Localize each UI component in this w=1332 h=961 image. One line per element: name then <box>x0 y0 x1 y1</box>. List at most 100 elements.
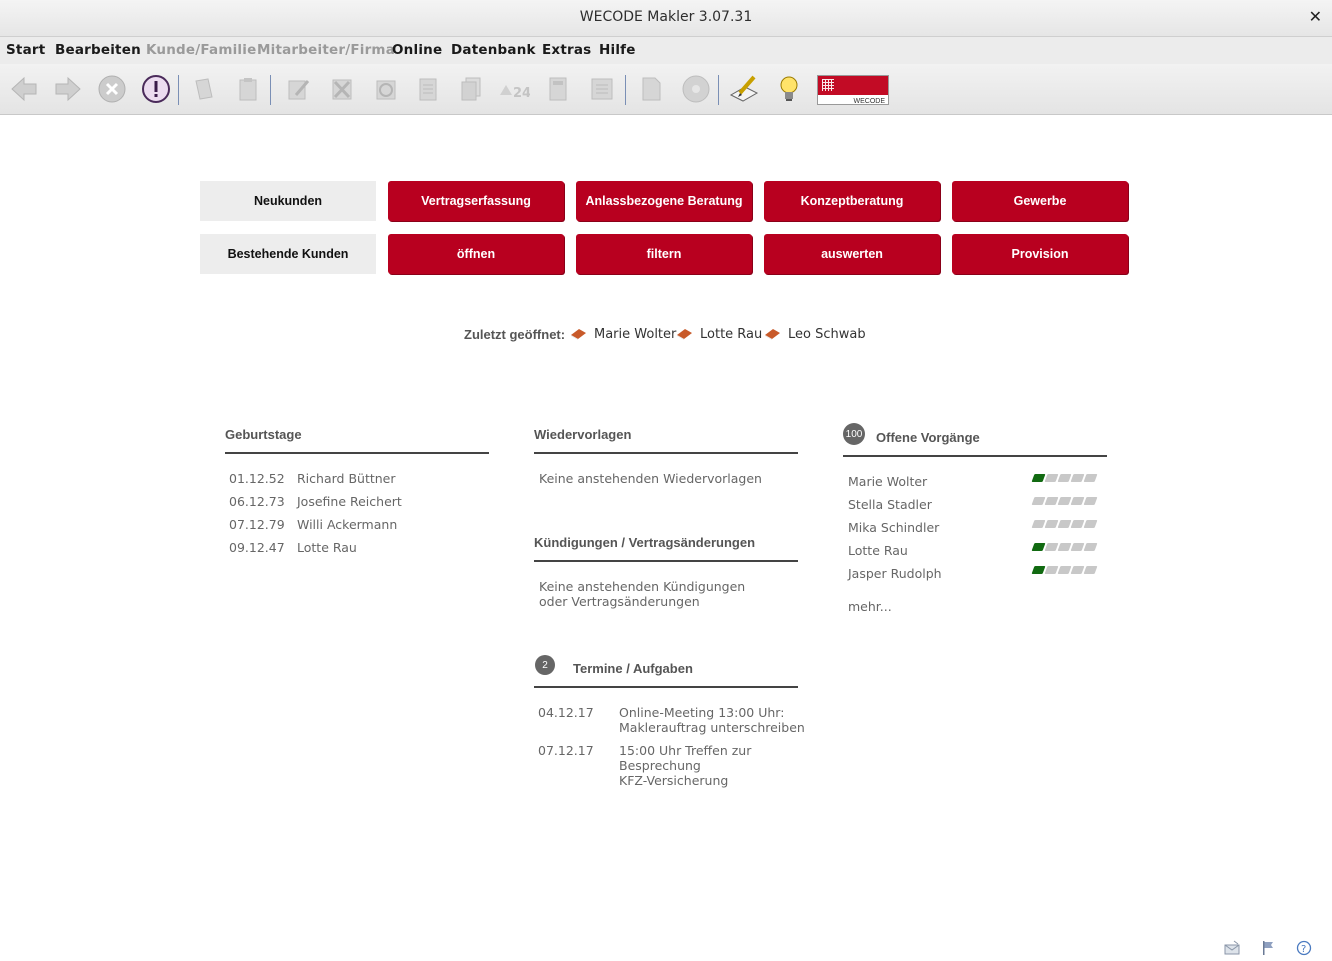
konzeptberatung-button[interactable]: Konzeptberatung <box>764 181 940 221</box>
neukunden-label: Neukunden <box>200 181 376 221</box>
check-icon[interactable] <box>370 73 402 105</box>
menu-extras[interactable]: Extras <box>542 42 591 58</box>
vertragserfassung-button[interactable]: Vertragserfassung <box>388 181 564 221</box>
write-icon[interactable] <box>728 73 760 105</box>
forward-icon[interactable] <box>52 73 84 105</box>
logo-text: WECODE <box>853 98 886 105</box>
appointments-count-badge: 2 <box>535 655 555 675</box>
progress-segment <box>1057 543 1072 551</box>
menu-kunde-familie[interactable]: Kunde/Familie <box>146 42 256 58</box>
appointment-text[interactable]: 15:00 Uhr Treffen zur <box>619 743 751 758</box>
progress-segment <box>1031 497 1046 505</box>
lightbulb-icon[interactable] <box>773 73 805 105</box>
birthday-date: 01.12.52 <box>229 471 285 486</box>
progress-segment <box>1070 520 1085 528</box>
process-name[interactable]: Lotte Rau <box>848 543 908 558</box>
documents-icon[interactable] <box>455 73 487 105</box>
calculator-icon[interactable] <box>542 73 574 105</box>
back-icon[interactable] <box>8 73 40 105</box>
gewerbe-button[interactable]: Gewerbe <box>952 181 1128 221</box>
edit-icon[interactable] <box>282 73 314 105</box>
progress-segment <box>1057 497 1072 505</box>
birthday-name[interactable]: Richard Büttner <box>297 471 396 486</box>
auswerten-button[interactable]: auswerten <box>764 234 940 274</box>
followups-title: Wiedervorlagen <box>534 427 632 442</box>
progress-segment <box>1044 474 1059 482</box>
process-name[interactable]: Marie Wolter <box>848 474 927 489</box>
progress-segment <box>1070 566 1085 574</box>
house-icon <box>764 325 781 344</box>
recent-customer-link[interactable]: Lotte Rau <box>700 327 762 342</box>
process-name[interactable]: Jasper Rudolph <box>848 566 942 581</box>
birthday-date: 06.12.73 <box>229 494 285 509</box>
progress-segment <box>1031 543 1046 551</box>
menu-online[interactable]: Online <box>392 42 442 58</box>
menu-hilfe[interactable]: Hilfe <box>599 42 636 58</box>
wecode-logo[interactable]: WECODE <box>817 75 889 105</box>
toolbar-separator <box>270 75 271 105</box>
birthday-date: 09.12.47 <box>229 540 285 555</box>
appointment-date: 07.12.17 <box>538 743 594 758</box>
recent-customer-link[interactable]: Marie Wolter <box>594 327 676 342</box>
menu-bar: Start Bearbeiten Kunde/Familie Mitarbeit… <box>0 37 1332 64</box>
list-icon[interactable] <box>586 73 618 105</box>
process-name[interactable]: Mika Schindler <box>848 520 939 535</box>
provision-button[interactable]: Provision <box>952 234 1128 274</box>
more-link[interactable]: mehr... <box>848 599 892 614</box>
cancellations-divider <box>534 560 798 562</box>
open-processes-divider <box>843 455 1107 457</box>
disc-icon[interactable] <box>680 73 712 105</box>
progress-segment <box>1044 543 1059 551</box>
menu-mitarbeiter-firma[interactable]: Mitarbeiter/Firma <box>257 42 395 58</box>
progress-segment <box>1031 566 1046 574</box>
oeffnen-button[interactable]: öffnen <box>388 234 564 274</box>
window-title: WECODE Makler 3.07.31 <box>579 9 753 25</box>
appointment-text[interactable]: Online-Meeting 13:00 Uhr: <box>619 705 784 720</box>
birthday-name[interactable]: Josefine Reichert <box>297 494 402 509</box>
24-icon[interactable]: 24 <box>498 73 531 105</box>
document-icon[interactable] <box>412 73 444 105</box>
appointment-date: 04.12.17 <box>538 705 594 720</box>
appointments-title: Termine / Aufgaben <box>573 661 693 676</box>
progress-segment <box>1083 520 1098 528</box>
flag-icon[interactable] <box>1260 940 1276 956</box>
toolbar: 24 <box>0 64 1332 115</box>
menu-datenbank[interactable]: Datenbank <box>451 42 536 58</box>
progress-segment <box>1057 474 1072 482</box>
progress-segment <box>1031 520 1046 528</box>
mail-icon[interactable] <box>1224 940 1240 956</box>
appointment-text[interactable]: Besprechung <box>619 758 701 773</box>
menu-start[interactable]: Start <box>6 42 45 58</box>
paste-icon[interactable] <box>232 73 264 105</box>
cancellations-title: Kündigungen / Vertragsänderungen <box>534 535 756 550</box>
pdf-icon[interactable] <box>635 73 667 105</box>
appointment-text[interactable]: KFZ-Versicherung <box>619 773 728 788</box>
help-icon[interactable]: ? <box>1296 940 1312 956</box>
progress-segment <box>1083 566 1098 574</box>
birthday-name[interactable]: Willi Ackermann <box>297 517 397 532</box>
copy-icon[interactable] <box>188 73 220 105</box>
appointment-text[interactable]: Maklerauftrag unterschreiben <box>619 720 805 735</box>
progress-segment <box>1044 520 1059 528</box>
birthday-date: 07.12.79 <box>229 517 285 532</box>
filtern-button[interactable]: filtern <box>576 234 752 274</box>
house-icon <box>676 325 693 344</box>
anlassbezogene-beratung-button[interactable]: Anlassbezogene Beratung <box>576 181 752 221</box>
recently-opened: Zuletzt geöffnet: <box>464 327 565 343</box>
process-name[interactable]: Stella Stadler <box>848 497 932 512</box>
birthday-name[interactable]: Lotte Rau <box>297 540 357 555</box>
menu-bearbeiten[interactable]: Bearbeiten <box>55 42 141 58</box>
progress-segment <box>1057 520 1072 528</box>
birthdays-title: Geburtstage <box>225 427 302 442</box>
toolbar-separator <box>625 75 626 105</box>
delete-icon[interactable] <box>326 73 358 105</box>
progress-segment <box>1083 497 1098 505</box>
process-progress-bar <box>1031 497 1099 507</box>
cancellations-empty-text: oder Vertragsänderungen <box>539 594 700 609</box>
bestehende-kunden-label: Bestehende Kunden <box>200 234 376 274</box>
cancel-icon[interactable] <box>96 73 128 105</box>
recent-customer-link[interactable]: Leo Schwab <box>788 327 866 342</box>
close-icon[interactable]: ✕ <box>1309 7 1322 26</box>
info-icon[interactable] <box>140 73 172 105</box>
toolbar-separator <box>718 75 719 105</box>
